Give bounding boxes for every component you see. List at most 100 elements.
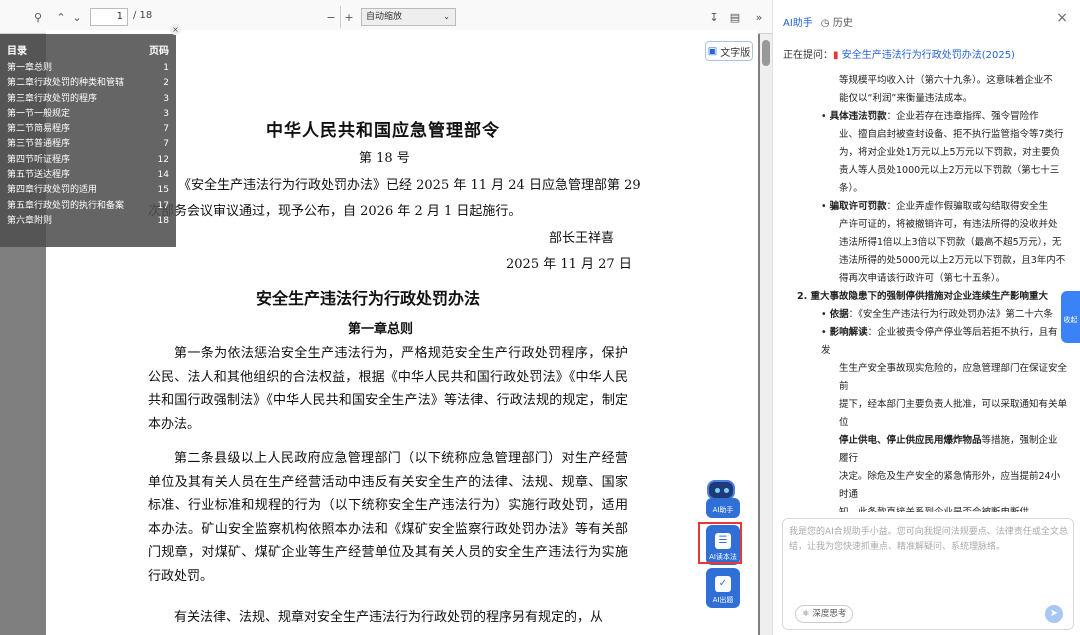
robot-icon[interactable] <box>707 480 735 500</box>
ai-side-panel: AI助手 ◷ 历史 × 正在提问：▮ 安全生产违法行为行政处罚办法(2025) … <box>772 0 1080 635</box>
deep-think-label: 深度思考 <box>812 609 847 619</box>
minister-signature: 部长王祥喜 <box>549 231 615 246</box>
chat-line: 产许可证的，将被撤销许可，有违法所得的没收并处 <box>839 219 1058 230</box>
scrollbar-thumb[interactable] <box>762 40 770 66</box>
more-tools-icon[interactable]: » <box>750 8 768 26</box>
asking-label: 正在提问： <box>783 50 833 61</box>
toc-item-page: 7 <box>163 124 169 135</box>
chat-line: 责人等人员处1000元以上2万元以下罚款（第七十三 <box>839 165 1060 176</box>
toc-item-label: 第五节送达程序 <box>7 170 71 181</box>
ai-quiz-label: AI出题 <box>712 596 734 604</box>
toc-item[interactable]: 第五章行政处罚的执行和备案 17 <box>0 199 176 214</box>
search-icon[interactable]: ⚲ <box>29 8 47 26</box>
deep-think-toggle[interactable]: ⚛ 深度思考 <box>795 605 854 623</box>
toc-page-header: 页码 <box>149 46 169 57</box>
decree-text-line1: 《安全生产违法行为行政处罚办法》已经 2025 年 11 月 24 日应急管理部… <box>178 178 641 193</box>
toc-item-page: 7 <box>163 139 169 150</box>
toc-item-page: 17 <box>157 200 169 211</box>
toc-item-label: 第三章行政处罚的程序 <box>7 93 98 104</box>
toc-item[interactable]: 第三章行政处罚的程序 3 <box>0 92 176 107</box>
toc-item-page: 3 <box>163 108 169 119</box>
toc-item-label: 第四节听证程序 <box>7 154 71 165</box>
download-icon[interactable]: ↧ <box>705 8 723 26</box>
toc-header: 目录 页码 <box>0 34 176 61</box>
table-of-contents: 目录 页码 第一章总则 1 第二章行政处罚的种类和管辖 2 第三章行政处罚的程序 3 第一节… <box>0 34 176 247</box>
law-title: 安全生产违法行为行政处罚办法 <box>256 289 481 308</box>
pdf-viewer: ⚲ ⌃ ⌄ 1 / 18 − + 自动缩放 ⌄ ↧ ▤ » ▣ 文字版 中华人民… <box>0 0 772 635</box>
zoom-in-icon[interactable]: + <box>340 8 358 26</box>
clock-icon: ◷ <box>820 18 830 29</box>
chat-line: 等规模平均收入计（第六十九条）。这意味着企业不 <box>839 75 1053 86</box>
decree-date: 2025 年 11 月 27 日 <box>506 257 632 272</box>
tab-history-label: 历史 <box>832 18 853 29</box>
toc-item-label: 第二章行政处罚的种类和管辖 <box>7 78 125 89</box>
panel-tabs: AI助手 ◷ 历史 <box>783 14 853 29</box>
document-icon: ▣ <box>707 45 718 57</box>
robot-eye <box>715 488 720 493</box>
chat-line: 业、擅自启封被查封设备、拒不执行监管指令等7类行 <box>839 129 1064 140</box>
chat-line: 2. 重大事故隐患下的强制停供措施对企业连续生产影响重大 <box>797 291 1049 302</box>
decree-text-line2: 次部务会议审议通过，现予公布，自 2026 年 2 月 1 日起施行。 <box>148 204 522 219</box>
toc-item[interactable]: 第三节普通程序 7 <box>0 137 176 152</box>
close-icon[interactable]: × <box>170 24 181 35</box>
toc-item-page: 15 <box>157 185 169 196</box>
close-icon[interactable]: × <box>1056 10 1068 26</box>
ai-assistant-label: AI助手 <box>712 506 734 514</box>
article-3: 有关法律、法规、规章对安全生产违法行为行政处罚的程序另有规定的，从 <box>174 610 604 625</box>
red-highlight-box <box>698 522 742 564</box>
chat-line: 决定。除危及生产安全的紧急情形外，应当提前24小时通 <box>839 471 1061 500</box>
toc-list: 第一章总则 1 第二章行政处罚的种类和管辖 2 第三章行政处罚的程序 3 第一节一般规定 3 第… <box>0 61 176 229</box>
chat-input-placeholder[interactable]: 我是您的AI合规助手小益。您可向我提问法规要点、法律责任或全文总结，让我为您快速… <box>789 525 1069 555</box>
chat-line: 违法所得1倍以上3倍以下罚款（最高不超5万元），无 <box>839 237 1062 248</box>
chat-response: 等规模平均收入计（第六十九条）。这意味着企业不 能仅以“利润”来衡量违法成本。 • … <box>787 72 1067 512</box>
next-page-icon[interactable]: ⌄ <box>68 8 86 26</box>
toc-item-page: 18 <box>157 215 169 226</box>
decree-number: 第 18 号 <box>359 151 410 166</box>
chevron-down-icon: ⌄ <box>443 12 450 21</box>
chat-line: 生生产安全事故现实危险的，应急管理部门在保证安全前 <box>839 363 1067 392</box>
toc-item[interactable]: 第六章附则 18 <box>0 214 176 229</box>
tab-ai-assistant[interactable]: AI助手 <box>783 14 813 29</box>
zoom-value: 自动缩放 <box>366 12 403 22</box>
page-number-input[interactable]: 1 <box>90 8 128 26</box>
chat-line: 能仅以“利润”来衡量违法成本。 <box>839 93 973 104</box>
ai-assistant-button[interactable]: AI助手 <box>706 498 740 518</box>
document-heading: 中华人民共和国应急管理部令 <box>266 121 500 141</box>
toc-item-label: 第五章行政处罚的执行和备案 <box>7 200 125 211</box>
text-version-button[interactable]: ▣ 文字版 <box>705 41 753 61</box>
tab-history[interactable]: ◷ 历史 <box>821 14 853 29</box>
toc-item-page: 14 <box>157 170 169 181</box>
chat-line: 条）。 <box>839 183 863 194</box>
quiz-icon: ✓ <box>715 576 731 592</box>
scrollbar[interactable] <box>760 34 772 635</box>
toc-item[interactable]: 第一节一般规定 3 <box>0 107 176 122</box>
toc-item-label: 第六章附则 <box>7 215 53 226</box>
chat-line: • 依据：《安全生产违法行为行政处罚办法》第二十六条 <box>821 309 1053 320</box>
chat-input-box[interactable]: 我是您的AI合规助手小益。您可向我提问法规要点、法律责任或全文总结，让我为您快速… <box>782 518 1074 630</box>
send-icon[interactable]: ➤ <box>1045 605 1063 623</box>
toc-item[interactable]: 第二节简易程序 7 <box>0 122 176 137</box>
chat-line: • 影响解读：企业被责令停产停业等后若拒不执行，且有发 <box>821 327 1058 356</box>
toc-item[interactable]: 第二章行政处罚的种类和管辖 2 <box>0 76 176 91</box>
presentation-icon[interactable]: ▤ <box>726 8 744 26</box>
zoom-select[interactable]: 自动缩放 ⌄ <box>361 8 456 26</box>
robot-eye <box>724 488 729 493</box>
text-version-label: 文字版 <box>720 47 751 59</box>
toc-item[interactable]: 第一章总则 1 <box>0 61 176 76</box>
asking-document-link[interactable]: 安全生产违法行为行政处罚办法(2025) <box>842 50 1015 61</box>
ai-quiz-button[interactable]: ✓ AI出题 <box>706 568 740 608</box>
toc-item-label: 第三节普通程序 <box>7 139 71 150</box>
toc-item[interactable]: 第四章行政处罚的适用 15 <box>0 183 176 198</box>
toc-item[interactable]: 第四节听证程序 12 <box>0 153 176 168</box>
article-2: 第二条县级以上人民政府应急管理部门（以下统称应急管理部门）对生产经营单位及其有关… <box>148 451 628 584</box>
toc-item-page: 1 <box>163 63 169 73</box>
current-question-context: 正在提问：▮ 安全生产违法行为行政处罚办法(2025) <box>783 46 1015 61</box>
chat-line: 违法所得的处5000元以上2万元以下罚款，且3年内不 <box>839 255 1066 266</box>
collapse-panel-tab[interactable]: 收起 <box>1061 291 1080 343</box>
toc-item[interactable]: 第五节送达程序 14 <box>0 168 176 183</box>
atom-icon: ⚛ <box>802 609 810 619</box>
chat-line: 为，将对企业处1万元以上5万元以下罚款，对主要负 <box>839 147 1061 158</box>
zoom-out-icon[interactable]: − <box>322 8 340 26</box>
collapse-label: 收起 <box>1063 316 1078 324</box>
chat-line: 提下，经本部门主要负责人批准，可以采取通知有关单位 <box>839 399 1067 428</box>
